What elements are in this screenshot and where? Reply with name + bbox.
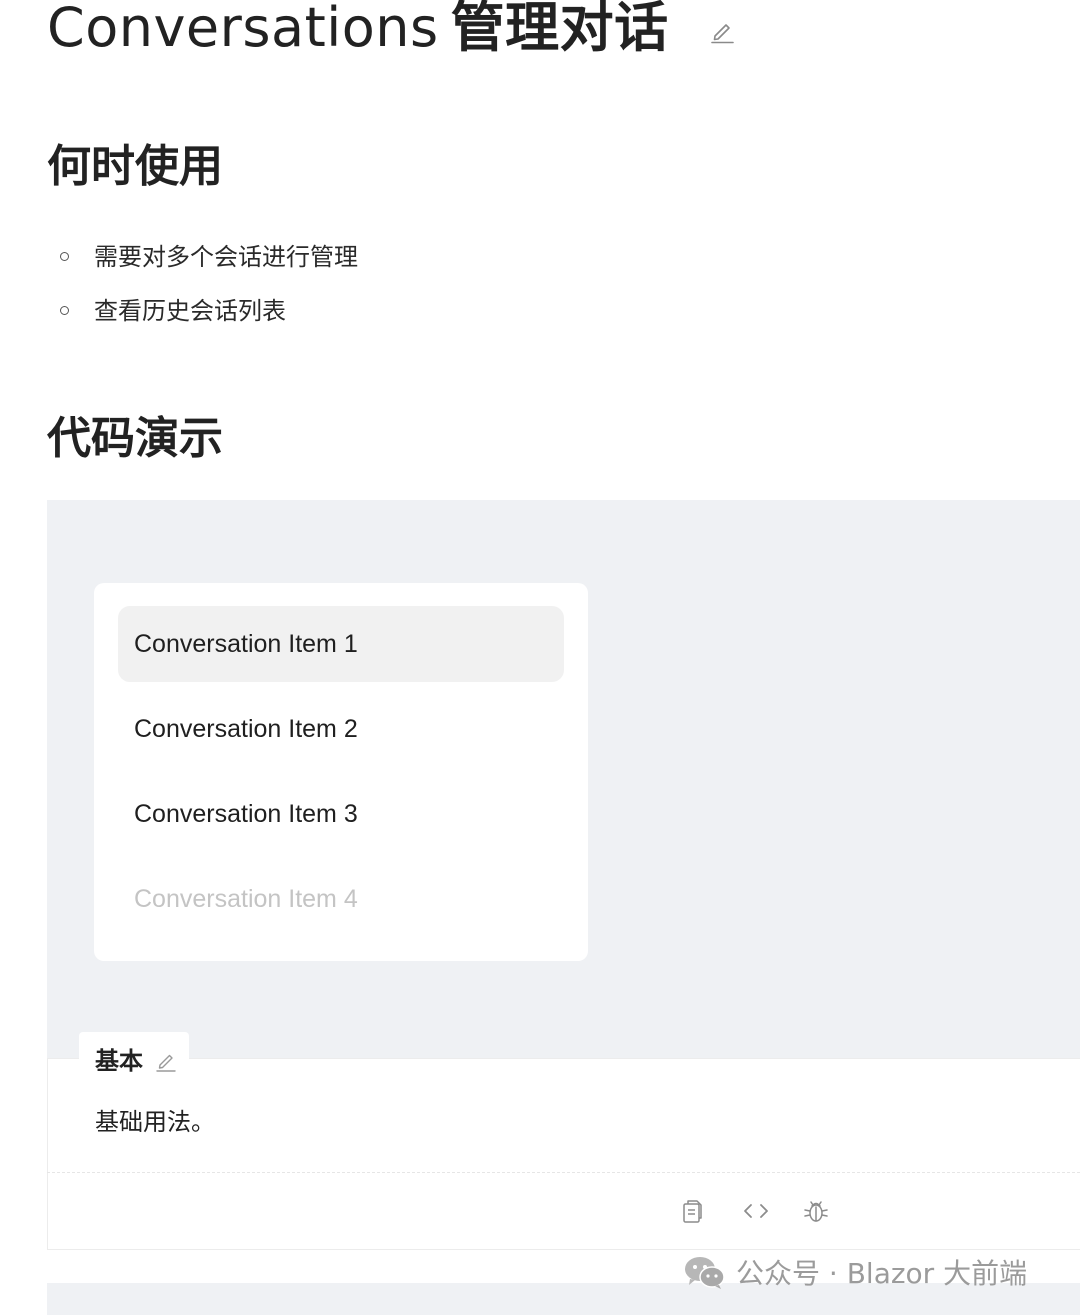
bug-icon[interactable] — [802, 1197, 830, 1225]
bullet-icon — [60, 306, 69, 315]
demo-meta-title: 基本 — [95, 1047, 143, 1075]
list-item: 需要对多个会话进行管理 — [56, 236, 358, 290]
demo-preview: Conversation Item 1 Conversation Item 2 … — [47, 500, 1080, 1058]
watermark: 公众号 · Blazor 大前端 — [684, 1252, 1027, 1292]
conversation-item-4: Conversation Item 4 — [134, 885, 358, 913]
conversation-item-3[interactable]: Conversation Item 3 — [118, 776, 564, 852]
watermark-text: 公众号 · Blazor 大前端 — [736, 1257, 1028, 1290]
copy-icon[interactable] — [678, 1197, 706, 1225]
demo-meta — [47, 1058, 1080, 1250]
list-item: 查看历史会话列表 — [56, 290, 358, 344]
conversation-item-1[interactable]: Conversation Item 1 — [118, 606, 564, 682]
divider — [47, 1172, 1080, 1173]
conversations-list: Conversation Item 1 Conversation Item 2 … — [94, 583, 588, 961]
page-title: Conversations 管理对话 — [47, 0, 669, 56]
wechat-icon — [685, 1257, 725, 1289]
edit-icon[interactable] — [154, 1049, 178, 1073]
conversation-item-2[interactable]: Conversation Item 2 — [118, 691, 564, 767]
edit-icon[interactable] — [708, 17, 736, 45]
page-title-en: Conversations — [47, 0, 439, 59]
usage-list: 需要对多个会话进行管理 查看历史会话列表 — [56, 236, 358, 344]
list-item-text: 需要对多个会话进行管理 — [94, 243, 358, 271]
code-icon[interactable] — [742, 1197, 770, 1225]
when-to-use-heading: 何时使用 — [47, 141, 223, 192]
page: Conversations 管理对话 何时使用 需要对多个会话进行管理 查看历史会… — [0, 0, 1080, 1315]
page-title-zh: 管理对话 — [450, 0, 669, 59]
list-item-text: 查看历史会话列表 — [94, 297, 286, 325]
demo-heading: 代码演示 — [47, 413, 223, 464]
demo-meta-description: 基础用法。 — [95, 1108, 215, 1136]
bullet-icon — [60, 252, 69, 261]
